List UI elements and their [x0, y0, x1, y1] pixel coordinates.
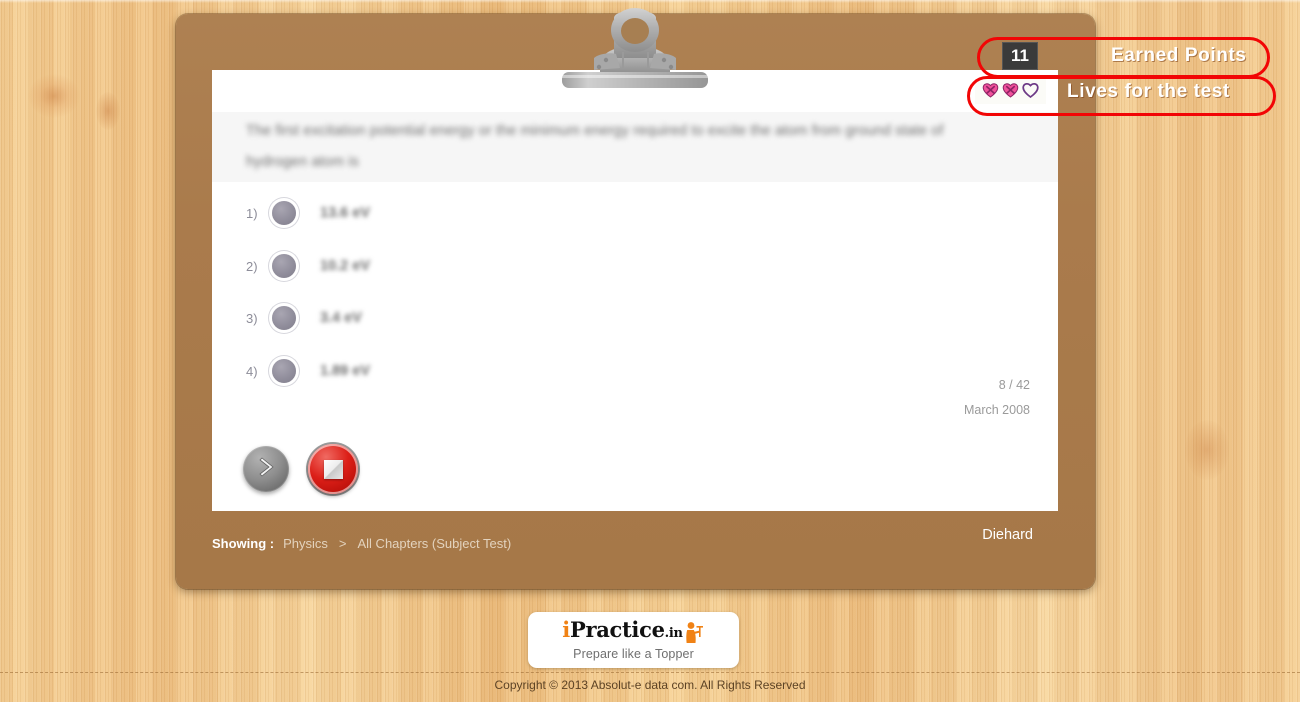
- breadcrumb-subject[interactable]: Physics: [283, 536, 328, 551]
- earned-points-label: Earned Points: [1111, 45, 1247, 66]
- heart-lost-icon: [982, 82, 999, 103]
- heart-lost-icon: [1002, 82, 1019, 103]
- copyright-text: Copyright © 2013 Absolut-e data com. All…: [494, 678, 806, 692]
- logo-word-practice: Practice: [569, 617, 665, 642]
- option-radio-2[interactable]: [272, 254, 296, 278]
- question-date: March 2008: [963, 403, 1030, 417]
- earned-points-widget: 11 Earned Points: [1002, 42, 1247, 70]
- user-rank-badge: Diehard: [982, 527, 1033, 543]
- logo-letter-i: i: [562, 617, 570, 642]
- option-number: 4): [246, 363, 258, 379]
- option-row[interactable]: 4) 1.89 eV: [246, 356, 370, 386]
- showing-breadcrumb-bar: Showing : Physics > All Chapters (Subjec…: [212, 527, 1058, 558]
- logo-tagline: Prepare like a Topper: [573, 647, 694, 661]
- stop-test-button[interactable]: [308, 444, 358, 494]
- question-counter: 8 / 42: [998, 378, 1030, 392]
- logo-wordmark: iPractice.in: [562, 619, 704, 645]
- option-row[interactable]: 2) 10.2 eV: [246, 251, 370, 281]
- logo-tld: .in: [664, 626, 683, 641]
- question-prompt-block: The first excitation potential energy or…: [212, 112, 1058, 182]
- wood-seam: [0, 0, 1300, 3]
- option-label: 3.4 eV: [320, 310, 362, 326]
- question-text: The first excitation potential energy or…: [246, 123, 944, 170]
- wood-knot-icon: [1185, 420, 1229, 480]
- next-question-button[interactable]: [243, 446, 289, 492]
- lives-hearts: [975, 79, 1046, 104]
- question-page: The first excitation potential energy or…: [212, 70, 1058, 511]
- option-number: 1): [246, 205, 258, 221]
- breadcrumb-scope[interactable]: All Chapters (Subject Test): [358, 536, 512, 551]
- site-logo: iPractice.in Prepare like a Topper: [528, 612, 739, 668]
- option-row[interactable]: 3) 3.4 eV: [246, 303, 362, 333]
- option-number: 2): [246, 258, 258, 274]
- lives-widget: Lives for the test: [975, 79, 1230, 104]
- option-radio-4[interactable]: [272, 359, 296, 383]
- option-row[interactable]: 1) 13.6 eV: [246, 198, 370, 228]
- footer-divider: [0, 672, 1300, 674]
- lives-label: Lives for the test: [1067, 80, 1230, 102]
- option-radio-1[interactable]: [272, 201, 296, 225]
- option-label: 10.2 eV: [320, 258, 370, 274]
- heart-empty-icon: [1022, 82, 1039, 103]
- person-at-desk-icon: [684, 621, 704, 645]
- showing-label: Showing :: [212, 535, 275, 551]
- earned-points-value: 11: [1002, 42, 1038, 70]
- breadcrumb-separator: >: [338, 535, 347, 551]
- option-label: 13.6 eV: [320, 205, 370, 221]
- option-number: 3): [246, 310, 258, 326]
- option-label: 1.89 eV: [320, 363, 370, 379]
- wood-knot-icon: [96, 92, 120, 130]
- option-radio-3[interactable]: [272, 306, 296, 330]
- chevron-right-icon: [254, 455, 278, 484]
- clipboard-clip-icon: [554, 6, 716, 94]
- wood-knot-icon: [28, 74, 80, 118]
- stop-square-icon: [323, 459, 343, 479]
